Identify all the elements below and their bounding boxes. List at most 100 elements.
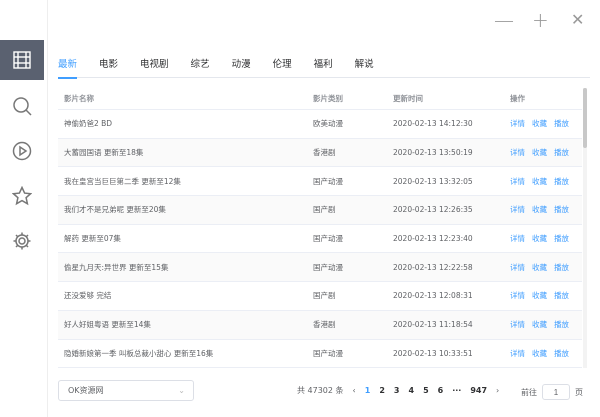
close-button[interactable]: ✕ [571, 10, 584, 29]
page-5[interactable]: 5 [423, 386, 429, 395]
tab-commentary[interactable]: 解说 [355, 56, 374, 78]
favorite-link[interactable]: 收藏 [532, 176, 547, 187]
page-last[interactable]: 947 [470, 386, 487, 395]
page-6[interactable]: 6 [438, 386, 444, 395]
table-row: 神偷奶爸2 BD 欧美动漫 2020-02-13 14:12:30 详情 收藏 播放 [58, 110, 582, 139]
details-link[interactable]: 详情 [510, 290, 525, 301]
update-time: 2020-02-13 12:23:40 [393, 234, 473, 244]
play-link[interactable]: 播放 [554, 204, 569, 215]
video-name: 大蓄园国语 更新至18集 [64, 148, 144, 158]
video-type: 香港剧 [313, 148, 336, 158]
play-icon[interactable] [0, 131, 44, 171]
video-name: 偷星九月天:异世界 更新至15集 [64, 262, 169, 272]
details-link[interactable]: 详情 [510, 204, 525, 215]
maximize-button[interactable]: + [532, 8, 549, 32]
favorite-link[interactable]: 收藏 [532, 319, 547, 330]
video-type: 国产剧 [313, 205, 336, 215]
details-link[interactable]: 详情 [510, 348, 525, 359]
video-name: 解药 更新至07集 [64, 234, 121, 244]
table-row: 偷星九月天:异世界 更新至15集 国产动漫 2020-02-13 12:22:5… [58, 253, 582, 283]
header-time: 更新时间 [393, 94, 423, 103]
source-value: OK资源网 [68, 386, 104, 395]
video-name: 我在皇宫当巨巨第二季 更新至12集 [64, 176, 181, 186]
header-actions: 操作 [510, 94, 525, 103]
video-name: 隐婚新娘第一季 叫板总裁小甜心 更新至16集 [64, 348, 214, 358]
table-row: 还没爱够 完结 国产剧 2020-02-13 12:08:31 详情 收藏 播放 [58, 282, 582, 311]
video-type: 国产剧 [313, 291, 336, 301]
tab-welfare[interactable]: 福利 [314, 56, 333, 78]
play-link[interactable]: 播放 [554, 290, 569, 301]
update-time: 2020-02-13 12:26:35 [393, 205, 473, 215]
table-row: 我在皇宫当巨巨第二季 更新至12集 国产动漫 2020-02-13 13:32:… [58, 167, 582, 197]
details-link[interactable]: 详情 [510, 176, 525, 187]
source-select[interactable]: OK资源网 ⌄ [58, 380, 194, 401]
favorite-link[interactable]: 收藏 [532, 204, 547, 215]
table-row: 大蓄园国语 更新至18集 香港剧 2020-02-13 13:50:19 详情收… [58, 138, 582, 168]
total-count: 共 47302 条 [297, 386, 344, 395]
page-1[interactable]: 1 [365, 386, 371, 395]
details-link[interactable]: 详情 [510, 118, 525, 129]
details-link[interactable]: 详情 [510, 319, 525, 330]
tab-latest[interactable]: 最新 [58, 56, 78, 79]
tab-variety[interactable]: 综艺 [191, 56, 210, 78]
video-type: 国产动漫 [313, 348, 343, 358]
search-icon[interactable] [0, 86, 44, 126]
table-row: 解药 更新至07集 国产动漫 2020-02-13 12:23:40 详情 收藏播… [58, 225, 582, 254]
update-time: 2020-02-13 14:12:30 [393, 119, 473, 129]
sidebar [0, 0, 48, 417]
update-time: 2020-02-13 13:32:05 [393, 176, 473, 186]
star-icon[interactable] [0, 176, 44, 216]
tab-anime[interactable]: 动漫 [232, 56, 251, 78]
next-page-button[interactable]: › [496, 386, 499, 395]
table-row: 好人好姐粤语 更新至14集 香港剧 2020-02-13 11:18:54 详情… [58, 310, 582, 340]
play-link[interactable]: 播放 [554, 147, 569, 158]
play-link[interactable]: 播放 [554, 176, 569, 187]
page-2[interactable]: 2 [379, 386, 385, 395]
play-link[interactable]: 播放 [554, 348, 569, 359]
video-type: 国产动漫 [313, 176, 343, 186]
prev-page-button[interactable]: ‹ [353, 386, 356, 395]
more-pages[interactable]: ··· [452, 386, 461, 395]
video-name: 神偷奶爸2 BD [64, 119, 113, 129]
details-link[interactable]: 详情 [510, 233, 525, 244]
update-time: 2020-02-13 12:08:31 [393, 291, 473, 301]
header-name: 影片名称 [64, 94, 94, 103]
update-time: 2020-02-13 10:33:51 [393, 348, 473, 358]
favorite-link[interactable]: 收藏 [532, 233, 547, 244]
page-3[interactable]: 3 [394, 386, 400, 395]
favorite-link[interactable]: 收藏 [532, 290, 547, 301]
table-header: 影片名称 影片类别 更新时间 操作 [58, 88, 582, 110]
goto-page-input[interactable] [542, 384, 570, 400]
goto-page: 前往 页 [521, 384, 583, 400]
update-time: 2020-02-13 13:50:19 [393, 148, 473, 158]
page-unit: 页 [575, 387, 583, 397]
video-name: 我们才不是兄弟呢 更新至20集 [64, 205, 166, 215]
play-link[interactable]: 播放 [554, 262, 569, 273]
favorite-link[interactable]: 收藏 [532, 348, 547, 359]
video-type: 香港剧 [313, 320, 336, 330]
details-link[interactable]: 详情 [510, 147, 525, 158]
video-name: 还没爱够 完结 [64, 291, 112, 301]
video-table: 影片名称 影片类别 更新时间 操作 神偷奶爸2 BD 欧美动漫 2020-02-… [58, 88, 582, 369]
tab-ethics[interactable]: 伦理 [273, 56, 292, 78]
tab-tv[interactable]: 电视剧 [140, 56, 169, 78]
favorite-link[interactable]: 收藏 [532, 147, 547, 158]
video-type: 国产动漫 [313, 234, 343, 244]
header-type: 影片类别 [313, 94, 343, 103]
category-tabs: 最新 电影 电视剧 综艺 动漫 伦理 福利 解说 [58, 56, 590, 79]
favorite-link[interactable]: 收藏 [532, 262, 547, 273]
play-link[interactable]: 播放 [554, 233, 569, 244]
update-time: 2020-02-13 11:18:54 [393, 320, 473, 330]
play-link[interactable]: 播放 [554, 118, 569, 129]
pagination: 共 47302 条 ‹ 1 2 3 4 5 6 ··· 947 › [297, 385, 499, 396]
tab-movies[interactable]: 电影 [99, 56, 118, 78]
favorite-link[interactable]: 收藏 [532, 118, 547, 129]
play-link[interactable]: 播放 [554, 319, 569, 330]
details-link[interactable]: 详情 [510, 262, 525, 273]
scrollbar-thumb[interactable] [583, 88, 587, 148]
gear-icon[interactable] [0, 221, 44, 261]
grid-icon[interactable] [0, 40, 44, 80]
page-4[interactable]: 4 [408, 386, 414, 395]
minimize-button[interactable]: — [494, 8, 514, 32]
chevron-down-icon: ⌄ [178, 386, 185, 395]
